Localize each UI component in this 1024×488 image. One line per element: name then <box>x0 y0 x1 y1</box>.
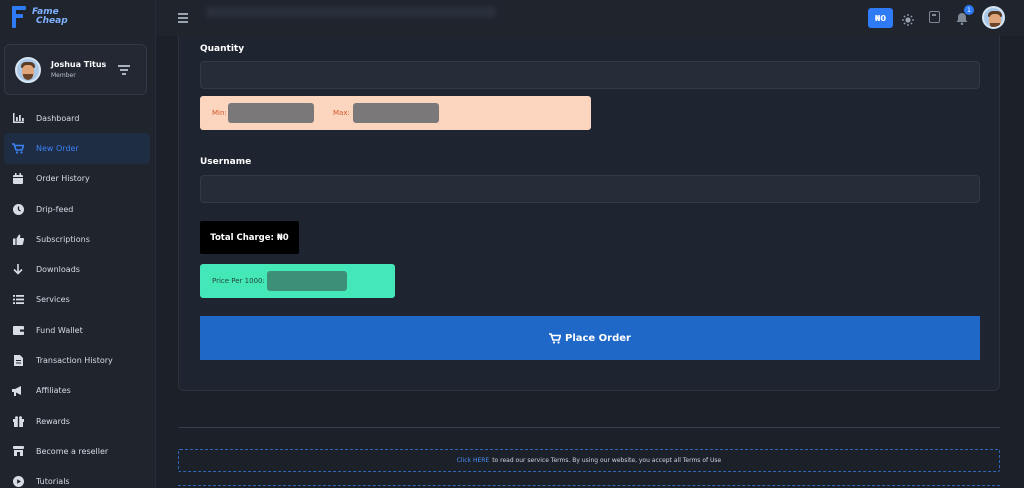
sidebar-item-affiliates[interactable]: Affiliates <box>4 376 150 406</box>
blurred-breadcrumb <box>206 6 496 18</box>
order-form-card: Quantity Min: Max: Username Total Charge… <box>178 36 1000 391</box>
arrow-down-icon <box>12 264 24 276</box>
brand-line-2: Cheap <box>36 16 68 26</box>
min-label: Min: <box>212 109 227 117</box>
sidebar-item-label: Drip-feed <box>36 204 74 214</box>
avatar <box>15 57 41 83</box>
notification-badge: 1 <box>964 5 974 15</box>
play-icon <box>12 476 24 488</box>
filter-icon[interactable] <box>118 65 130 75</box>
sidebar-item-subscriptions[interactable]: Subscriptions <box>4 224 150 254</box>
calendar-icon <box>12 173 24 185</box>
header-avatar[interactable] <box>982 6 1005 29</box>
place-order-button[interactable]: Place Order <box>200 316 980 360</box>
total-charge-badge: Total Charge: ₦0 <box>200 221 299 254</box>
chart-icon <box>12 112 24 124</box>
megaphone-icon <box>12 385 24 397</box>
terms-text: to read our service Terms. By using our … <box>492 457 722 464</box>
sidebar-item-downloads[interactable]: Downloads <box>4 254 150 284</box>
max-value-redacted <box>353 103 439 123</box>
quantity-label: Quantity <box>200 44 245 54</box>
sidebar-item-become-reseller[interactable]: Become a reseller <box>4 436 150 466</box>
terms-link[interactable]: Click HERE <box>457 457 489 464</box>
divider <box>178 427 1000 428</box>
sidebar-item-label: Transaction History <box>36 356 113 366</box>
brand-logo[interactable]: Fame Cheap <box>12 6 68 28</box>
top-bar: ₦0 1 <box>156 0 1024 36</box>
sidebar-item-fund-wallet[interactable]: Fund Wallet <box>4 315 150 345</box>
sidebar-item-rewards[interactable]: Rewards <box>4 406 150 436</box>
file-icon <box>12 355 24 367</box>
sidebar-item-drip-feed[interactable]: Drip-feed <box>4 194 150 224</box>
user-name: Joshua Titus <box>51 60 107 69</box>
balance-button[interactable]: ₦0 <box>868 8 893 28</box>
cart-icon <box>12 142 24 154</box>
user-card[interactable]: Joshua Titus Member <box>4 44 147 95</box>
price-value-redacted <box>267 271 347 291</box>
price-per-1000-notice: Price Per 1000: <box>200 264 395 298</box>
sidebar-item-label: Become a reseller <box>36 446 109 456</box>
sidebar-item-label: Rewards <box>36 416 70 426</box>
sidebar-item-label: Dashboard <box>36 113 80 123</box>
min-value-redacted <box>228 103 314 123</box>
sun-icon[interactable] <box>902 11 914 26</box>
sidebar-item-dashboard[interactable]: Dashboard <box>4 103 150 133</box>
menu-icon[interactable] <box>178 13 188 23</box>
logo-icon <box>12 6 26 28</box>
sidebar-item-label: New Order <box>36 143 79 153</box>
sidebar-item-label: Tutorials <box>36 477 70 487</box>
sidebar-item-tutorials[interactable]: Tutorials <box>4 467 150 488</box>
thumbs-up-icon <box>12 233 24 245</box>
store-icon <box>12 445 24 457</box>
price-label: Price Per 1000: <box>212 277 265 285</box>
clock-icon <box>12 203 24 215</box>
sidebar-item-services[interactable]: Services <box>4 285 150 315</box>
sidebar-nav: Dashboard New Order Order History Drip-f… <box>4 103 150 488</box>
sidebar-item-order-history[interactable]: Order History <box>4 164 150 194</box>
username-label: Username <box>200 157 252 167</box>
user-role: Member <box>51 72 76 79</box>
sidebar-item-new-order[interactable]: New Order <box>4 133 150 164</box>
wallet-icon <box>12 324 24 336</box>
sidebar: Fame Cheap Joshua Titus Member Dashboard… <box>0 0 156 488</box>
gift-icon <box>12 415 24 427</box>
terms-notice: Click HERE to read our service Terms. By… <box>178 449 1000 472</box>
sidebar-item-label: Services <box>36 295 70 305</box>
sidebar-item-label: Subscriptions <box>36 234 90 244</box>
sidebar-item-label: Fund Wallet <box>36 325 83 335</box>
sidebar-item-label: Affiliates <box>36 386 71 396</box>
sidebar-item-label: Order History <box>36 174 90 184</box>
list-icon <box>12 294 24 306</box>
username-input[interactable] <box>200 175 980 203</box>
sidebar-item-transaction-history[interactable]: Transaction History <box>4 345 150 375</box>
cart-icon <box>548 332 561 344</box>
max-label: Max: <box>333 109 350 117</box>
calculator-icon[interactable] <box>929 11 940 23</box>
place-order-label: Place Order <box>564 332 631 344</box>
sidebar-item-label: Downloads <box>36 265 80 275</box>
min-max-notice: Min: Max: <box>200 96 591 130</box>
quantity-input[interactable] <box>200 61 980 89</box>
